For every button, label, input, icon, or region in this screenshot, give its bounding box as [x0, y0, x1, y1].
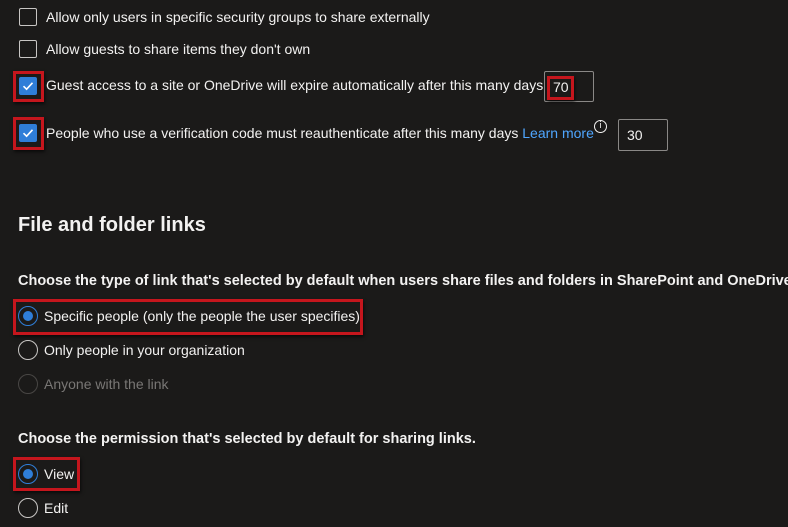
security-groups-label: Allow only users in specific security gr… [46, 9, 430, 25]
checkmark-icon [22, 129, 34, 138]
file-folder-links-heading: File and folder links [18, 214, 206, 236]
guests-share-label: Allow guests to share items they don't o… [46, 41, 311, 57]
radio-dot [23, 469, 33, 479]
guests-share-checkbox[interactable] [19, 40, 37, 58]
reauth-days-value: 30 [627, 127, 643, 143]
radio-edit[interactable] [18, 498, 38, 518]
guest-expire-checkbox[interactable] [19, 77, 37, 95]
option-specific-people-label: Specific people (only the people the use… [44, 308, 360, 324]
highlight-box [547, 76, 574, 100]
security-groups-checkbox[interactable] [19, 8, 37, 26]
radio-view[interactable] [18, 464, 38, 484]
reauth-checkbox[interactable] [19, 124, 37, 142]
option-view-label: View [44, 466, 75, 482]
radio-dot [23, 311, 33, 321]
option-org-people-label: Only people in your organization [44, 342, 245, 358]
link-type-question: Choose the type of link that's selected … [18, 273, 788, 289]
radio-specific-people[interactable] [18, 306, 38, 326]
learn-more-link[interactable]: Learn more [522, 125, 594, 141]
permission-question: Choose the permission that's selected by… [18, 431, 476, 447]
reauth-label-wrap: People who use a verification code must … [46, 125, 594, 141]
guest-expire-label: Guest access to a site or OneDrive will … [46, 77, 544, 93]
info-icon[interactable]: i [594, 120, 607, 133]
checkmark-icon [22, 82, 34, 91]
radio-anyone [18, 374, 38, 394]
reauth-label: People who use a verification code must … [46, 125, 519, 141]
reauth-days-input[interactable]: 30 [618, 119, 668, 151]
radio-org-people[interactable] [18, 340, 38, 360]
option-edit-label: Edit [44, 500, 69, 516]
option-anyone-label: Anyone with the link [44, 376, 169, 392]
